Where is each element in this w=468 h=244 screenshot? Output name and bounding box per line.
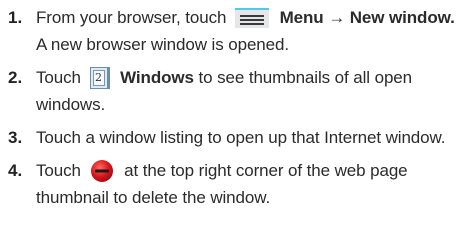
step-number: 2. <box>8 68 23 87</box>
menu-icon <box>234 7 269 28</box>
delete-icon-graphic <box>90 159 113 182</box>
step-text-before: From your browser, touch <box>36 8 227 27</box>
instructions-page: 1. From your browser, touch Menu → New w… <box>0 0 468 244</box>
step-text: Touch a window listing to open up that I… <box>36 128 446 147</box>
windows-label: Windows <box>120 68 194 87</box>
step-number: 4. <box>8 161 23 180</box>
step-text: Touch at the top right corner of the web… <box>36 157 458 211</box>
step-2: 2. Touch 2 Windows to see thumbnails of … <box>8 64 458 118</box>
step-text-before: Touch <box>36 161 81 180</box>
step-text-before: Touch <box>36 68 81 87</box>
step-1: 1. From your browser, touch Menu → New w… <box>8 4 458 58</box>
step-period: . <box>450 8 455 27</box>
windows-count: 2 <box>92 69 105 86</box>
step-line: From your browser, touch Menu → New wind… <box>36 4 458 31</box>
arrow-icon: → <box>328 8 346 27</box>
step-text: From your browser, touch Menu → New wind… <box>36 4 458 58</box>
menu-label: Menu <box>279 8 324 27</box>
step-number: 3. <box>8 128 23 147</box>
delete-icon <box>90 159 114 183</box>
windows-icon: 2 <box>89 66 110 89</box>
step-list: 1. From your browser, touch Menu → New w… <box>8 4 458 211</box>
step-result: A new browser window is opened. <box>36 35 289 54</box>
step-number: 1. <box>8 8 23 27</box>
step-text: Touch 2 Windows to see thumbnails of all… <box>36 64 458 118</box>
step-4: 4. Touch at the top right corner of the … <box>8 157 458 211</box>
new-window-label: New window <box>349 8 451 27</box>
step-3: 3. Touch a window listing to open up tha… <box>8 124 458 151</box>
